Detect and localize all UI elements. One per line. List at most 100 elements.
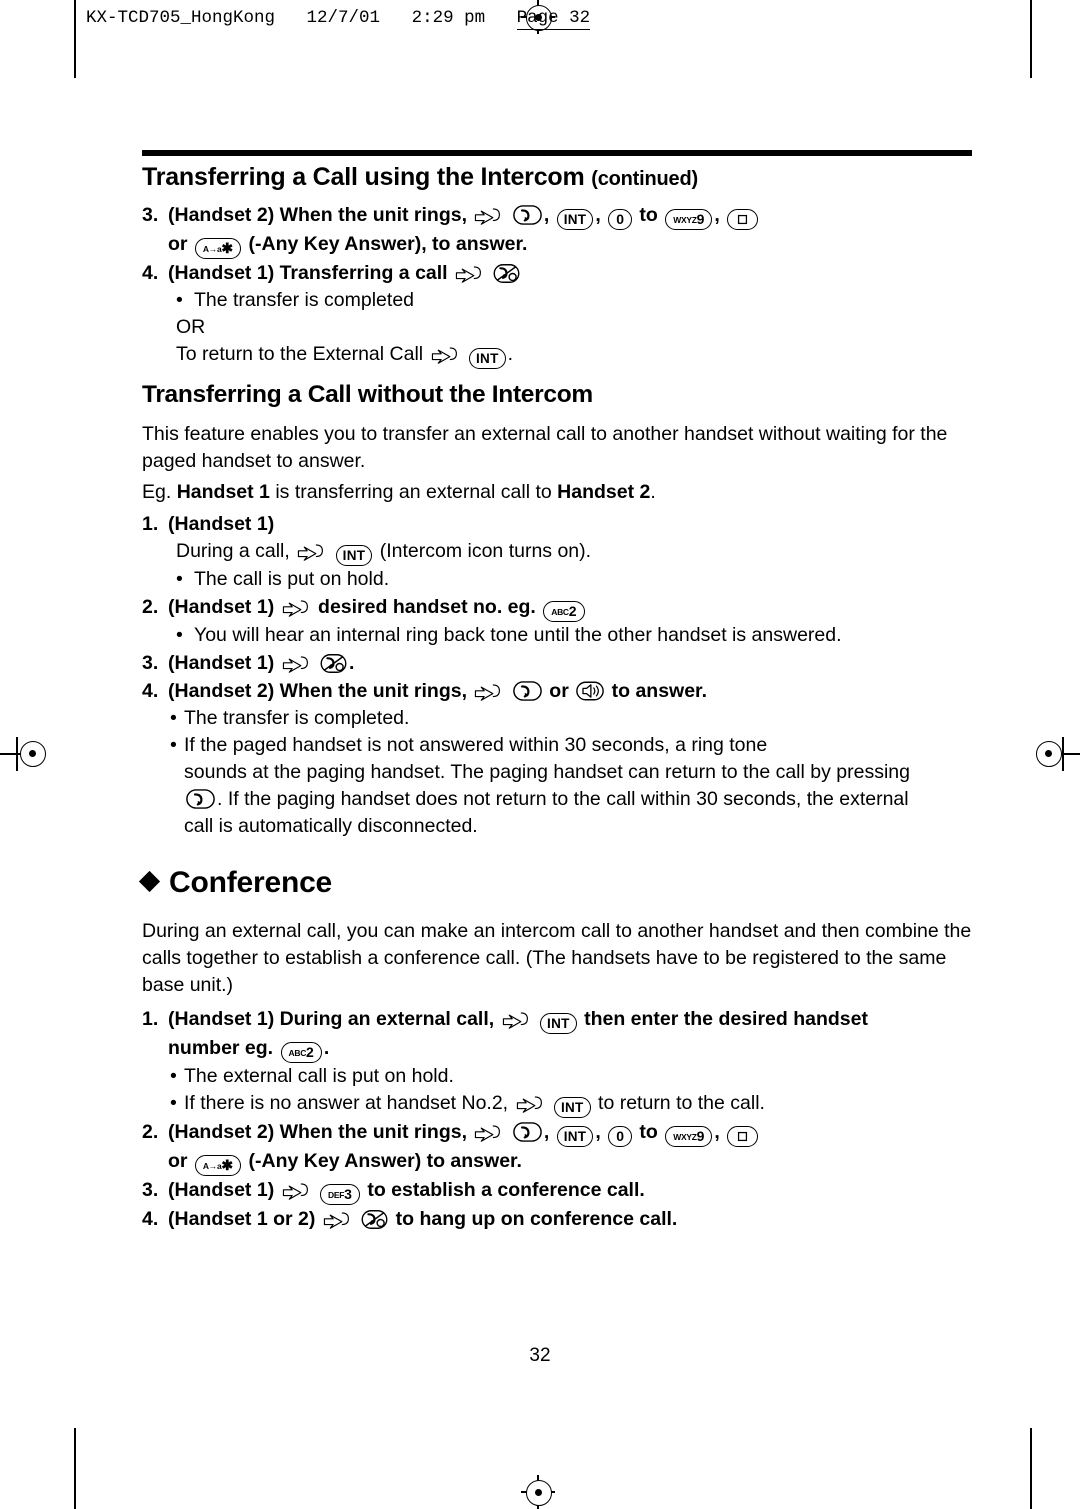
wi-step-1: 1. (Handset 1)	[142, 510, 972, 538]
printer-slug: KX-TCD705_HongKong 12/7/01 2:29 pm Page …	[86, 8, 591, 30]
wi-step-2-bullet-text: You will hear an internal ring back tone…	[194, 624, 842, 646]
wi-step-3: 3. (Handset 1) .	[142, 649, 972, 677]
int-key-icon: INT	[468, 348, 506, 369]
wi-step-2-number: 2.	[142, 596, 159, 618]
int-key-icon: INT	[556, 209, 594, 230]
bullet-transfer-completed: • The transfer is completed	[176, 287, 972, 314]
wi-step-4-text-b: or	[549, 680, 569, 702]
step-4-handset1: 4. (Handset 1) Transferring a call	[142, 259, 972, 287]
wi-step-3-number: 3.	[142, 652, 159, 674]
wi-step-3-text: (Handset 1)	[168, 652, 275, 674]
talk-key-icon	[513, 1122, 542, 1142]
talk-key-icon	[513, 681, 542, 701]
conference-heading: Conference	[138, 866, 972, 900]
step-3-or: or	[168, 233, 188, 255]
conf-step-4: 4. (Handset 1 or 2) to hang up on confer…	[142, 1205, 972, 1233]
step-3-anykey-line: or A→a✱ (-Any Key Answer), to answer.	[142, 230, 972, 259]
key-0-icon: 0	[608, 1126, 632, 1147]
wi-bullet-b-line4: call is automatically disconnected.	[184, 815, 478, 837]
or-text: OR	[176, 316, 206, 338]
wi-step-2-text-a: (Handset 1)	[168, 596, 275, 618]
wi-step-4-number: 4.	[142, 680, 159, 702]
hand-pointer-icon	[282, 653, 311, 673]
conf-step-2-anykey-spacer	[142, 1147, 168, 1176]
conf-step-2: 2. (Handset 2) When the unit rings, , IN…	[142, 1118, 972, 1147]
crop-mark-top-left-v	[74, 0, 76, 78]
page-content: Transferring a Call using the Intercom (…	[138, 150, 972, 1233]
hand-pointer-icon	[282, 1180, 311, 1200]
wi-step-1-bullet: • The call is put on hold.	[176, 566, 972, 593]
bullet-transfer-completed-text: The transfer is completed	[194, 289, 415, 311]
step-3-text: (Handset 2) When the unit rings,	[168, 204, 468, 226]
star-key-icon: A→a✱	[194, 238, 242, 259]
conf-step-3-text-b: to establish a conference call.	[367, 1179, 645, 1201]
slug-date: 12/7/01	[306, 8, 381, 28]
hand-pointer-icon	[431, 345, 460, 364]
conf-step-2-anykey: or A→a✱ (-Any Key Answer) to answer.	[142, 1147, 972, 1176]
hand-pointer-icon	[474, 205, 503, 225]
conf-step-1-text-a: (Handset 1) During an external call,	[168, 1008, 495, 1030]
square-key-icon	[727, 209, 759, 230]
eg-end: .	[650, 481, 656, 503]
conf-step-1-number: 1.	[142, 1008, 159, 1030]
step-3-comma-1: ,	[543, 204, 550, 226]
page-title-text: Transferring a Call using the Intercom	[142, 163, 585, 191]
conf-step-2-anykey-text: (-Any Key Answer) to answer.	[248, 1150, 522, 1172]
conf-step-2-comma-3: ,	[714, 1121, 720, 1143]
wi-step-1-detail-b: (Intercom icon turns on).	[379, 540, 592, 562]
crop-mark-top-right-v	[1030, 0, 1032, 78]
without-intercom-intro: This feature enables you to transfer an …	[142, 423, 948, 472]
key-2-icon: ABC2	[543, 601, 585, 622]
page-title: Transferring a Call using the Intercom (…	[142, 163, 972, 192]
int-key-icon: INT	[540, 1013, 577, 1034]
conf-step-4-number: 4.	[142, 1208, 159, 1230]
conf-step-2-text-a: (Handset 2) When the unit rings,	[168, 1121, 468, 1143]
step-3-comma-2: ,	[595, 204, 601, 226]
hand-pointer-icon	[516, 1094, 545, 1113]
title-rule	[142, 150, 972, 156]
registration-mark-left-dot	[29, 750, 36, 757]
conf-step-1: 1. (Handset 1) During an external call, …	[142, 1005, 972, 1063]
hand-pointer-icon	[474, 1122, 503, 1142]
step-4-text: (Handset 1) Transferring a call	[168, 262, 448, 284]
wi-step-1-bullet-text: The call is put on hold.	[194, 568, 390, 590]
conf-step-1-text-b: then enter the desired handset	[584, 1008, 868, 1030]
wi-step-4-text-c: to answer.	[611, 680, 707, 702]
crop-mark-bottom-right-v	[1030, 1428, 1032, 1509]
step-3-anykey-spacer	[142, 230, 168, 259]
key-2-icon: ABC2	[280, 1042, 322, 1063]
key-3-icon: DEF3	[320, 1184, 360, 1205]
conf-step-3-text-a: (Handset 1)	[168, 1179, 275, 1201]
bullet-dot: •	[176, 568, 183, 590]
off-key-icon	[320, 653, 347, 674]
int-key-icon: INT	[335, 545, 373, 566]
conf-step-3: 3. (Handset 1) DEF3 to establish a confe…	[142, 1176, 972, 1205]
hand-pointer-icon	[474, 681, 503, 701]
wi-step-4-text-a: (Handset 2) When the unit rings,	[168, 680, 468, 702]
conf-step-2-comma-2: ,	[595, 1121, 601, 1143]
conf-step-1-period: .	[323, 1037, 330, 1059]
wi-step-4: 4. (Handset 2) When the unit rings, or t…	[142, 677, 972, 705]
conf-step-2-comma-1: ,	[543, 1121, 550, 1143]
page-number: 32	[529, 1345, 551, 1366]
hand-pointer-icon	[323, 1209, 352, 1229]
conf-step-2-to: to	[639, 1121, 658, 1143]
wi-step-2-text-b: desired handset no. eg.	[318, 596, 536, 618]
return-external-call-text: To return to the External Call	[176, 343, 424, 365]
star-key-icon: A→a✱	[194, 1155, 242, 1176]
step-3-anykey-text: (-Any Key Answer), to answer.	[248, 233, 528, 255]
conf-step-4-text-a: (Handset 1 or 2)	[168, 1208, 316, 1230]
bullet-dot: •	[170, 707, 177, 729]
return-external-call-line: To return to the External Call INT.	[176, 341, 972, 369]
crop-mark-left-v	[16, 737, 18, 771]
wi-bullet-a: • The transfer is completed.	[170, 705, 972, 732]
slug-time: 2:29 pm	[411, 8, 486, 28]
bullet-dot: •	[176, 624, 183, 646]
step-3-number: 3.	[142, 204, 159, 226]
eg-handset2: Handset 2	[557, 481, 651, 503]
key-9-icon: WXYZ9	[665, 209, 713, 230]
conf-bullet-1-text: The external call is put on hold.	[184, 1065, 454, 1087]
diamond-bullet-icon	[138, 870, 161, 893]
conf-step-1-text-c: number eg.	[168, 1037, 274, 1059]
key-0-icon: 0	[608, 209, 632, 230]
